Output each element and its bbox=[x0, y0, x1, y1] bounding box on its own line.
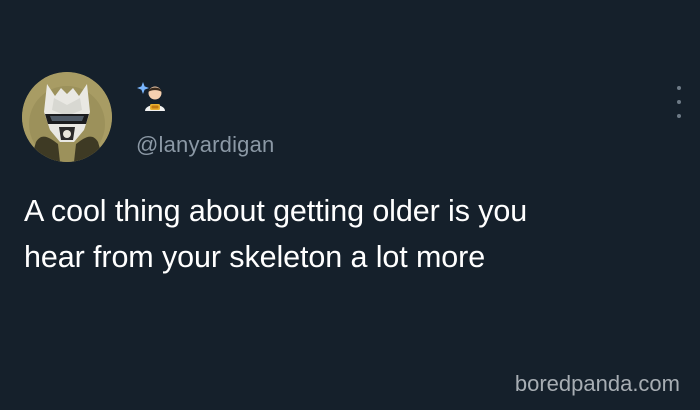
more-options-button[interactable] bbox=[670, 86, 688, 118]
watermark-text: boredpanda.com bbox=[514, 371, 680, 396]
tweet-text: A cool thing about getting older is you … bbox=[24, 188, 689, 280]
display-name-emoji[interactable] bbox=[136, 80, 170, 114]
tweet-text-line: hear from your skeleton a lot more bbox=[24, 240, 486, 274]
profile-avatar[interactable] bbox=[22, 72, 112, 162]
more-options-icon-dot-3 bbox=[677, 114, 681, 118]
more-options-icon-dot-1 bbox=[677, 86, 681, 90]
person-sparkle-icon bbox=[137, 82, 165, 111]
more-options-icon-dot-2 bbox=[677, 100, 681, 104]
tweet-text-line: A cool thing about getting older is you bbox=[24, 194, 528, 228]
knight-helmet-icon bbox=[22, 72, 112, 162]
user-handle[interactable]: @lanyardigan bbox=[136, 132, 274, 158]
